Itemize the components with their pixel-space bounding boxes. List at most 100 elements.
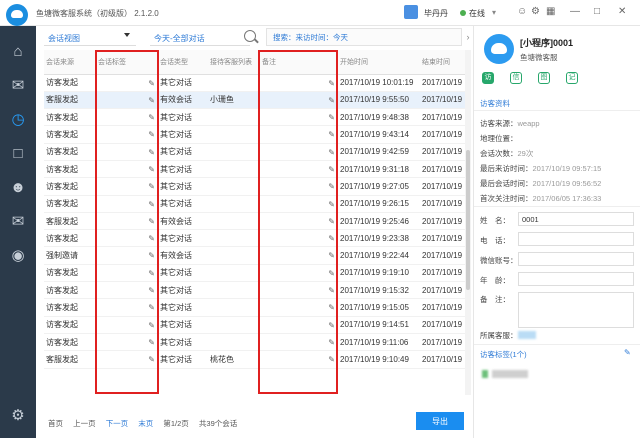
scroll-right-icon[interactable]: › <box>463 28 473 46</box>
edit-note-icon[interactable]: ✎ <box>328 251 335 260</box>
maximize-icon[interactable]: □ <box>594 6 600 17</box>
table-row[interactable]: 客服发起 ✎ 有效会话 小珊鱼 ✎ 2017/10/19 9:55:50 2017/10/1… <box>44 91 465 110</box>
edit-note-icon[interactable]: ✎ <box>328 200 335 209</box>
tab-records[interactable]: 记 <box>566 72 578 84</box>
age-field[interactable] <box>518 272 634 286</box>
table-row[interactable]: 访客发起 ✎ 其它对话 ✎ 2017/10/19 9:15:32 2017/10/19 <box>44 281 465 300</box>
chat-icon[interactable]: ✉ <box>8 76 28 96</box>
edit-tag-icon[interactable]: ✎ <box>148 200 155 209</box>
table-row[interactable]: 访客发起 ✎ 其它对话 ✎ 2017/10/19 10:01:19 2017/10/19 <box>44 74 465 92</box>
vertical-scrollbar[interactable] <box>465 50 471 395</box>
mail-icon[interactable]: ✉ <box>8 212 28 232</box>
edit-note-icon[interactable]: ✎ <box>328 303 335 312</box>
table-row[interactable]: 强制邀请 ✎ 有效会话 ✎ 2017/10/19 9:22:44 2017/10/19 <box>44 246 465 265</box>
tab-images[interactable]: 图 <box>538 72 550 84</box>
settings-gear-icon[interactable]: ⚙ <box>8 406 28 426</box>
edit-tag-icon[interactable]: ✎ <box>148 182 155 191</box>
skin-icon[interactable]: ▦ <box>546 6 555 17</box>
export-button[interactable]: 导出 <box>416 412 464 430</box>
message-icon[interactable]: □ <box>8 144 28 164</box>
range-select[interactable]: 今天-全部对话 <box>150 30 250 46</box>
edit-tag-icon[interactable]: ✎ <box>148 286 155 295</box>
edit-note-icon[interactable]: ✎ <box>328 165 335 174</box>
status-caret-icon[interactable]: ▾ <box>492 8 496 17</box>
home-icon[interactable]: ⌂ <box>8 42 28 62</box>
edit-tags-icon[interactable]: ✎ <box>624 348 631 357</box>
prev-page-link[interactable]: 上一页 <box>73 419 96 428</box>
phone-field[interactable] <box>518 232 634 246</box>
table-row[interactable]: 访客发起 ✎ 其它对话 ✎ 2017/10/19 9:31:18 2017/10/19 <box>44 160 465 179</box>
table-row[interactable]: 访客发起 ✎ 其它对话 ✎ 2017/10/19 9:15:05 2017/10/19 <box>44 298 465 317</box>
table-row[interactable]: 访客发起 ✎ 其它对话 ✎ 2017/10/19 9:19:10 2017/10/19 <box>44 264 465 283</box>
next-page-link[interactable]: 下一页 <box>106 419 129 428</box>
close-icon[interactable]: ✕ <box>618 6 626 17</box>
table-row[interactable]: 访客发起 ✎ 其它对话 ✎ 2017/10/19 9:42:59 2017/10/19 <box>44 143 465 161</box>
chevron-down-icon[interactable] <box>124 33 130 37</box>
edit-tag-icon[interactable]: ✎ <box>148 96 155 105</box>
header-col-start[interactable]: 开始时间 <box>338 50 420 75</box>
monitor-eye-icon[interactable]: ◉ <box>8 246 28 266</box>
edit-note-icon[interactable]: ✎ <box>328 130 335 139</box>
edit-tag-icon[interactable]: ✎ <box>148 355 155 364</box>
header-col-notes[interactable]: 备注 <box>260 50 338 75</box>
first-page-link[interactable]: 首页 <box>48 419 63 428</box>
user-icon[interactable]: ☺ <box>517 6 527 17</box>
edit-tag-icon[interactable]: ✎ <box>148 234 155 243</box>
last-page-link[interactable]: 末页 <box>138 419 153 428</box>
settings-icon[interactable]: ⚙ <box>531 6 540 17</box>
tab-messages[interactable]: 信 <box>510 72 522 84</box>
visitor-tag[interactable] <box>492 370 528 378</box>
table-row[interactable]: 客服发起 ✎ 有效会话 ✎ 2017/10/19 9:25:46 2017/10/19 <box>44 212 465 231</box>
header-col-agents[interactable]: 接待客服列表 <box>208 50 260 75</box>
edit-tag-icon[interactable]: ✎ <box>148 130 155 139</box>
edit-tag-icon[interactable]: ✎ <box>148 113 155 122</box>
note-field[interactable] <box>518 292 634 328</box>
edit-tag-icon[interactable]: ✎ <box>148 321 155 330</box>
edit-note-icon[interactable]: ✎ <box>328 321 335 330</box>
edit-note-icon[interactable]: ✎ <box>328 286 335 295</box>
minimize-icon[interactable]: — <box>570 6 580 17</box>
edit-note-icon[interactable]: ✎ <box>328 113 335 122</box>
edit-note-icon[interactable]: ✎ <box>328 148 335 157</box>
tab-visitor-info[interactable]: 访 <box>482 72 494 84</box>
edit-note-icon[interactable]: ✎ <box>328 217 335 226</box>
header-col-source[interactable]: 会话来源 <box>44 50 96 75</box>
user-avatar-icon[interactable] <box>404 5 418 19</box>
contacts-icon[interactable]: ☻ <box>8 178 28 198</box>
edit-note-icon[interactable]: ✎ <box>328 355 335 364</box>
edit-tag-icon[interactable]: ✎ <box>148 148 155 157</box>
edit-tag-icon[interactable]: ✎ <box>148 303 155 312</box>
filter-bar[interactable]: 搜索：来访时间：今天 <box>266 28 462 46</box>
edit-tag-icon[interactable]: ✎ <box>148 251 155 260</box>
table-row[interactable]: 访客发起 ✎ 其它对话 ✎ 2017/10/19 9:14:51 2017/10/19 <box>44 316 465 334</box>
edit-tag-icon[interactable]: ✎ <box>148 269 155 278</box>
scrollbar-thumb[interactable] <box>466 150 470 290</box>
header-col-tag[interactable]: 会话标签 <box>96 50 158 75</box>
header-col-end[interactable]: 结束时间 <box>420 50 465 75</box>
user-name[interactable]: 毕丹丹 <box>424 8 448 19</box>
table-row[interactable]: 访客发起 ✎ 其它对话 ✎ 2017/10/19 9:26:15 2017/10/19 <box>44 195 465 213</box>
edit-note-icon[interactable]: ✎ <box>328 96 335 105</box>
table-row[interactable]: 访客发起 ✎ 其它对话 ✎ 2017/10/19 9:11:06 2017/10/19 <box>44 333 465 352</box>
edit-note-icon[interactable]: ✎ <box>328 79 335 88</box>
name-field[interactable] <box>518 212 634 226</box>
status-select[interactable]: 在线 <box>469 8 485 19</box>
header-col-type[interactable]: 会话类型 <box>158 50 208 75</box>
edit-tag-icon[interactable]: ✎ <box>148 338 155 347</box>
table-row[interactable]: 访客发起 ✎ 其它对话 ✎ 2017/10/19 9:27:05 2017/10/19 <box>44 177 465 196</box>
history-clock-icon[interactable]: ◷ <box>8 110 28 130</box>
wechat-field[interactable] <box>518 252 634 266</box>
edit-tag-icon[interactable]: ✎ <box>148 217 155 226</box>
edit-note-icon[interactable]: ✎ <box>328 338 335 347</box>
view-select[interactable]: 会话视图 <box>44 30 136 46</box>
edit-tag-icon[interactable]: ✎ <box>148 165 155 174</box>
edit-note-icon[interactable]: ✎ <box>328 182 335 191</box>
table-row[interactable]: 访客发起 ✎ 其它对话 ✎ 2017/10/19 9:23:38 2017/10/19 <box>44 229 465 248</box>
edit-note-icon[interactable]: ✎ <box>328 269 335 278</box>
table-row[interactable]: 客服发起 ✎ 其它对话 桃花色 ✎ 2017/10/19 9:10:49 2017/10/1… <box>44 350 465 369</box>
table-row[interactable]: 访客发起 ✎ 其它对话 ✎ 2017/10/19 9:43:14 2017/10/19 <box>44 125 465 144</box>
edit-note-icon[interactable]: ✎ <box>328 234 335 243</box>
table-row[interactable]: 访客发起 ✎ 其它对话 ✎ 2017/10/19 9:48:38 2017/10/19 <box>44 108 465 127</box>
edit-tag-icon[interactable]: ✎ <box>148 79 155 88</box>
search-icon[interactable] <box>244 30 256 42</box>
